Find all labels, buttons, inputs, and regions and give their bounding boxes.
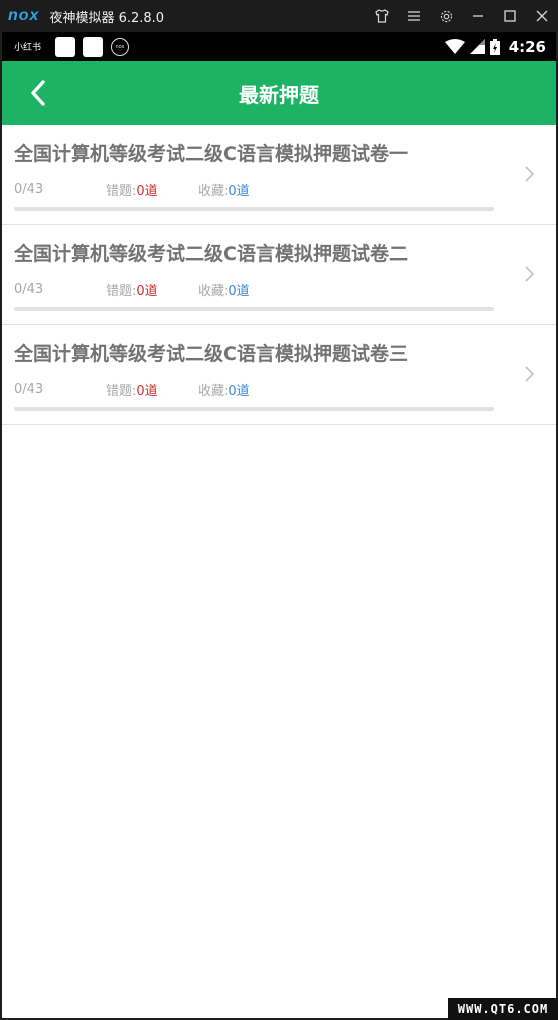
progress-bar [14, 307, 494, 311]
battery-icon [489, 38, 500, 55]
favorite-count[interactable]: 收藏:0道 [198, 280, 250, 299]
list-item[interactable]: 全国计算机等级考试二级C语言模拟押题试卷二 0/43 错题:0道 收藏:0道 [2, 225, 556, 325]
favorite-value: 0道 [228, 384, 250, 399]
list-item[interactable]: 全国计算机等级考试二级C语言模拟押题试卷一 0/43 错题:0道 收藏:0道 [2, 125, 556, 225]
favorite-count[interactable]: 收藏:0道 [198, 180, 250, 199]
minimize-icon[interactable] [462, 0, 494, 32]
favorite-label: 收藏: [198, 184, 229, 199]
android-status-bar: 小红书 nox 4:26 [2, 32, 556, 61]
favorite-label: 收藏: [198, 384, 229, 399]
chevron-left-icon [31, 80, 45, 106]
paper-meta: 0/43 错题:0道 收藏:0道 [14, 180, 556, 199]
chevron-right-icon [525, 266, 535, 282]
paper-list: 全国计算机等级考试二级C语言模拟押题试卷一 0/43 错题:0道 收藏:0道 全… [2, 125, 556, 425]
device-screen: 小红书 nox 4:26 最新押题 全国计算机等级考试二级C语言模拟押题试卷一 … [0, 32, 558, 1020]
wrong-count[interactable]: 错题:0道 [106, 280, 198, 299]
emulator-title: 夜神模拟器 6.2.8.0 [49, 10, 165, 26]
close-icon[interactable] [526, 0, 558, 32]
paper-meta: 0/43 错题:0道 收藏:0道 [14, 280, 556, 299]
status-time: 4:26 [508, 37, 546, 56]
paper-title: 全国计算机等级考试二级C语言模拟押题试卷一 [14, 143, 408, 165]
wrong-label: 错题: [106, 384, 137, 399]
nox-logo: nox [8, 7, 40, 24]
wrong-count[interactable]: 错题:0道 [106, 180, 198, 199]
paper-meta: 0/43 错题:0道 收藏:0道 [14, 380, 556, 399]
wrong-count[interactable]: 错题:0道 [106, 380, 198, 399]
wifi-icon [444, 39, 465, 54]
wrong-value: 0道 [136, 184, 158, 199]
gear-icon[interactable] [430, 0, 462, 32]
page-title: 最新押题 [239, 82, 319, 107]
wrong-label: 错题: [106, 184, 137, 199]
progress-bar [14, 207, 494, 211]
maximize-icon[interactable] [494, 0, 526, 32]
shirt-icon[interactable] [366, 0, 398, 32]
progress-bar [14, 407, 494, 411]
progress-count: 0/43 [14, 382, 44, 397]
wrong-value: 0道 [136, 284, 158, 299]
status-app-label: 小红书 [14, 43, 42, 53]
paper-title: 全国计算机等级考试二级C语言模拟押题试卷二 [14, 243, 408, 265]
emulator-title-bar: nox 夜神模拟器 6.2.8.0 [0, 0, 558, 32]
site-watermark: WWW.QT6.COM [448, 998, 558, 1020]
window-controls [366, 0, 558, 32]
favorite-count[interactable]: 收藏:0道 [198, 380, 250, 399]
chevron-right-icon [525, 166, 535, 182]
progress-count: 0/43 [14, 282, 44, 297]
wrong-value: 0道 [136, 384, 158, 399]
list-item[interactable]: 全国计算机等级考试二级C语言模拟押题试卷三 0/43 错题:0道 收藏:0道 [2, 325, 556, 425]
paper-title: 全国计算机等级考试二级C语言模拟押题试卷三 [14, 343, 408, 365]
nox-status-icon: nox [111, 37, 130, 56]
back-button[interactable] [20, 75, 56, 111]
favorite-value: 0道 [228, 184, 250, 199]
signal-icon [469, 39, 485, 54]
wrong-label: 错题: [106, 284, 137, 299]
chevron-right-icon [525, 366, 535, 382]
notification-icon [83, 36, 104, 57]
favorite-label: 收藏: [198, 284, 229, 299]
favorite-value: 0道 [228, 284, 250, 299]
app-header: 最新押题 [2, 61, 556, 125]
progress-count: 0/43 [14, 182, 44, 197]
notification-icon [55, 36, 76, 57]
menu-icon[interactable] [398, 0, 430, 32]
